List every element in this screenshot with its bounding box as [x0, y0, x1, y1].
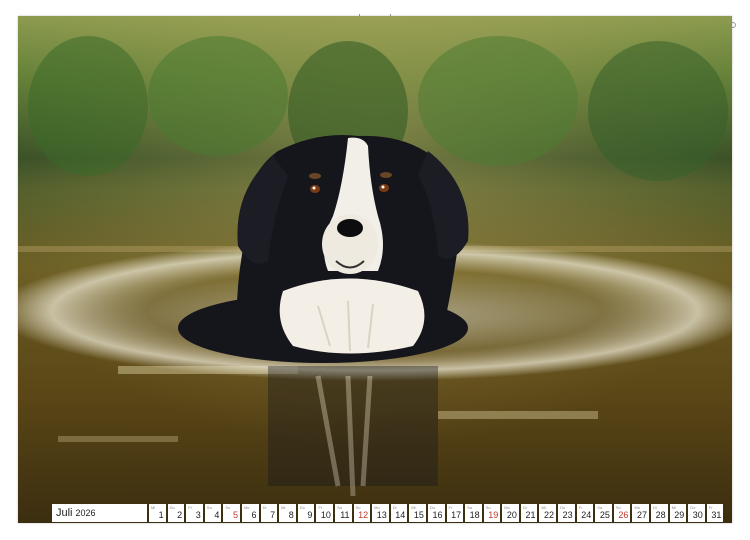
weekday-label: Do	[169, 505, 175, 510]
day-cell: Di 7	[260, 504, 278, 522]
day-cell: Do 30	[688, 504, 705, 522]
day-cell: Di 14	[390, 504, 408, 522]
day-cell: Fr 24	[576, 504, 594, 522]
day-number: 10	[320, 510, 331, 520]
month-label: Juli 2026	[52, 504, 147, 522]
day-number: 23	[562, 510, 573, 520]
day-number: 25	[599, 510, 610, 520]
day-number: 1	[158, 510, 164, 520]
day-cell: Mo 6	[241, 504, 259, 522]
day-number: 26	[618, 510, 629, 520]
dog-swimming-photo	[18, 16, 732, 523]
day-number: 11	[340, 510, 350, 520]
day-number: 13	[376, 510, 387, 520]
day-number: 9	[307, 510, 313, 520]
day-cell: Mi 8	[279, 504, 296, 522]
day-cell: Mi 1	[149, 504, 166, 522]
calendar-strip: Juli 2026 Mi 1 Do 2 Fr 3 Sa 4 So 5 Mo 6 Di 7 Mi 8 Do 9 Fr 1…	[52, 504, 732, 522]
day-cell: Fr 31	[706, 504, 724, 522]
weekday-label: Fr	[188, 505, 192, 510]
day-number: 27	[637, 510, 648, 520]
day-number: 6	[251, 510, 257, 520]
day-cell: Sa 25	[595, 504, 612, 522]
day-number: 3	[195, 510, 201, 520]
weekday-label: Do	[299, 505, 305, 510]
day-cell: Do 2	[167, 504, 185, 522]
day-cell: Mi 29	[669, 504, 687, 522]
day-cell: So 12	[353, 504, 371, 522]
day-cell: Fr 3	[186, 504, 203, 522]
day-number: 16	[432, 510, 443, 520]
day-cell: Mo 13	[372, 504, 389, 522]
day-cell: Di 28	[651, 504, 668, 522]
day-number: 28	[655, 510, 666, 520]
day-cell: Do 16	[427, 504, 445, 522]
day-cell: So 26	[613, 504, 631, 522]
day-cell: Sa 4	[204, 504, 222, 522]
calendar-page: Juli 2026 Mi 1 Do 2 Fr 3 Sa 4 So 5 Mo 6 Di 7 Mi 8 Do 9 Fr 1…	[18, 16, 732, 523]
day-cell: Mo 27	[632, 504, 650, 522]
day-cell: Mi 22	[539, 504, 557, 522]
day-cell: So 19	[483, 504, 501, 522]
day-cell: Do 9	[297, 504, 315, 522]
day-number: 5	[232, 510, 238, 520]
day-number: 31	[711, 510, 722, 520]
day-number: 21	[525, 510, 536, 520]
weekday-label: Mi	[281, 505, 286, 510]
day-cell: Mi 15	[409, 504, 426, 522]
day-number: 30	[692, 510, 703, 520]
month-name: Juli	[56, 507, 73, 519]
day-number: 4	[214, 510, 220, 520]
day-number: 19	[488, 510, 499, 520]
day-cell: Di 21	[520, 504, 538, 522]
day-number: 17	[451, 510, 462, 520]
day-number: 7	[270, 510, 276, 520]
day-cell: Fr 17	[446, 504, 464, 522]
day-cell: Fr 10	[316, 504, 333, 522]
day-cell: So 5	[223, 504, 240, 522]
day-number: 18	[469, 510, 480, 520]
day-number: 29	[674, 510, 685, 520]
weekday-label: Mi	[151, 505, 156, 510]
day-number: 15	[413, 510, 424, 520]
day-number: 8	[288, 510, 294, 520]
day-cell: Mo 20	[502, 504, 519, 522]
day-number: 24	[581, 510, 592, 520]
weekday-label: Di	[262, 505, 267, 510]
weekday-label: Mo	[243, 505, 250, 510]
day-number: 22	[544, 510, 555, 520]
day-number: 14	[395, 510, 406, 520]
day-number: 2	[177, 510, 183, 520]
weekday-label: Sa	[206, 505, 212, 510]
day-cell: Do 23	[558, 504, 575, 522]
day-cell: Sa 11	[334, 504, 352, 522]
day-number: 20	[506, 510, 517, 520]
dog-reflection	[268, 366, 438, 497]
day-cell: Sa 18	[465, 504, 482, 522]
day-number: 12	[358, 510, 369, 520]
weekday-label: So	[225, 505, 231, 510]
year: 2026	[75, 508, 96, 518]
